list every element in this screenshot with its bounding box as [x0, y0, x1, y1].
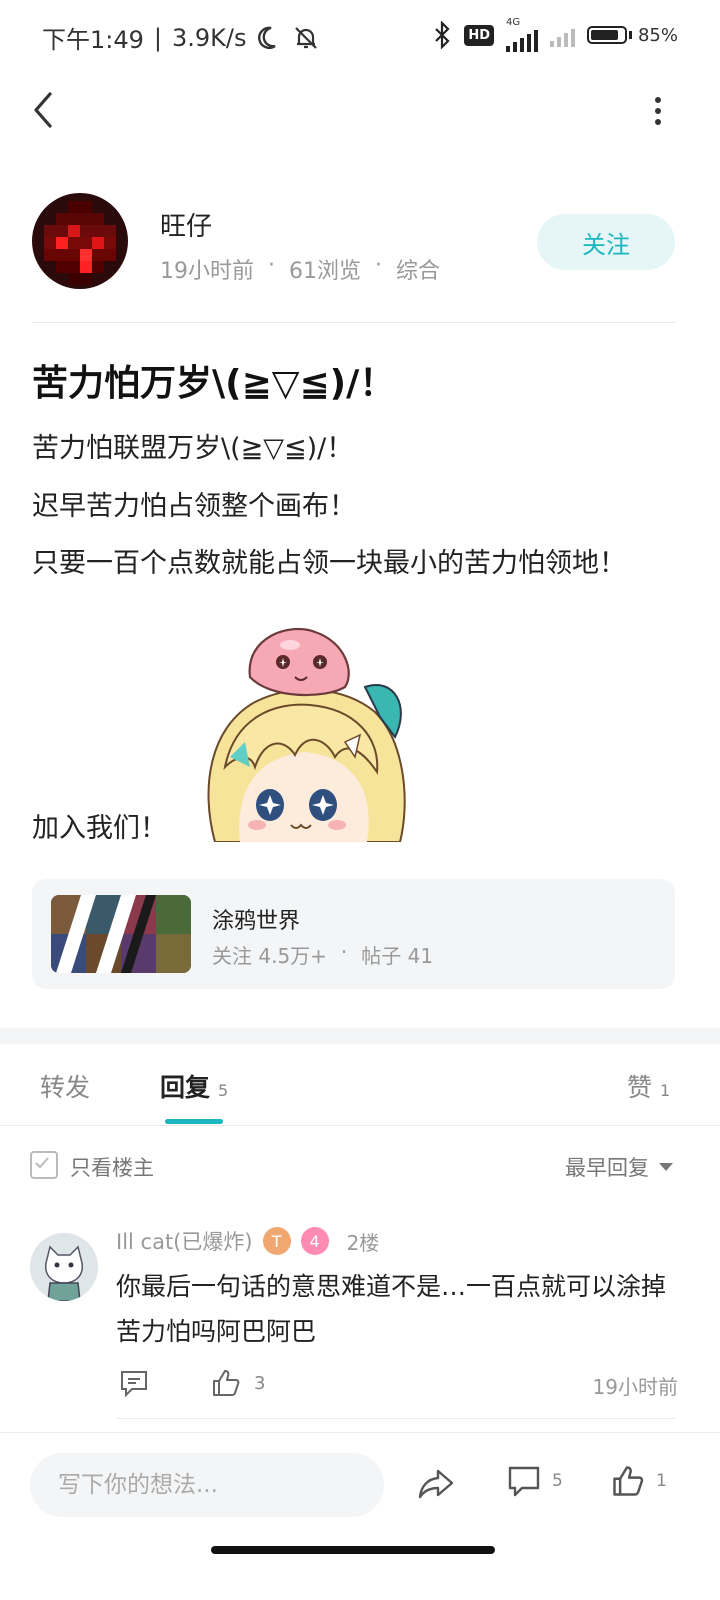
cat-avatar-image	[30, 1233, 98, 1301]
tab-forward-label: 转发	[40, 1073, 91, 1102]
comment-icon	[508, 1466, 540, 1497]
reply-like-button[interactable]: 3	[210, 1367, 265, 1399]
active-tab-indicator	[165, 1119, 223, 1124]
tab-reply-count: 5	[218, 1081, 229, 1100]
comments-button[interactable]: 5	[506, 1463, 563, 1499]
reply-like-count: 3	[254, 1372, 266, 1394]
comments-count: 5	[552, 1471, 563, 1491]
author-name[interactable]: 旺仔	[160, 206, 212, 243]
comment-input[interactable]	[30, 1453, 384, 1517]
post-time: 19小时前	[160, 259, 254, 284]
battery-percent: 85%	[637, 24, 678, 46]
pixel-avatar-image	[32, 193, 128, 289]
share-button[interactable]	[416, 1463, 456, 1503]
community-thumbnail	[51, 895, 191, 973]
post-line: 只要一百个点数就能占领一块最小的苦力怕领地！	[32, 548, 626, 579]
post-line: 加入我们！	[32, 813, 167, 844]
divider	[116, 1418, 676, 1419]
status-right: HD 4G 85%	[432, 18, 678, 52]
bottom-bar: 5 1	[0, 1432, 720, 1543]
divider	[32, 322, 675, 323]
reply-username[interactable]: Ill cat(已爆炸)	[116, 1226, 253, 1256]
battery-icon	[586, 26, 627, 44]
status-separator: |	[153, 23, 162, 52]
reply-floor: 2楼	[346, 1230, 380, 1255]
back-button[interactable]	[28, 88, 68, 132]
community-posts: 帖子 41	[361, 944, 434, 968]
like-button[interactable]: 1	[610, 1463, 667, 1499]
only-op-label[interactable]: 只看楼主	[70, 1152, 154, 1182]
sort-dropdown[interactable]: 最早回复	[565, 1152, 673, 1182]
community-card[interactable]: 涂鸦世界 关注 4.5万+ · 帖子 41	[32, 879, 675, 989]
reply-actions: 3 19小时前	[118, 1367, 678, 1403]
tab-like-label: 赞	[627, 1073, 653, 1102]
post-line: 苦力怕联盟万岁\(≧▽≦)/！	[32, 433, 354, 464]
status-bar: 下午1:49 | 3.9K/s HD 4G 85%	[0, 0, 720, 70]
reply-comment-button[interactable]	[118, 1367, 150, 1403]
level-badge: 4	[300, 1227, 329, 1255]
reply-content: 你最后一句话的意思难道不是…一百点就可以涂掉苦力怕吗阿巴阿巴	[116, 1272, 667, 1346]
home-indicator[interactable]	[211, 1546, 495, 1554]
status-speed: 3.9K/s	[172, 23, 247, 52]
battery-indicator: 85%	[586, 24, 678, 46]
status-time: 下午1:49	[42, 26, 144, 54]
thumbs-up-icon	[213, 1370, 240, 1396]
only-op-checkbox[interactable]	[30, 1151, 58, 1179]
post-category[interactable]: 综合	[396, 253, 440, 285]
follow-button[interactable]: 关注	[537, 214, 675, 270]
post-line: 迟早苦力怕占领整个画布！	[32, 491, 356, 522]
status-left: 下午1:49 | 3.9K/s	[42, 20, 319, 55]
tab-reply-label: 回复	[160, 1073, 211, 1102]
share-icon	[418, 1469, 454, 1499]
view-count: 61浏览	[289, 259, 361, 284]
comment-icon	[121, 1371, 147, 1398]
community-meta: 关注 4.5万+ · 帖子 41	[212, 940, 434, 968]
hd-badge: HD	[464, 24, 494, 46]
tab-like[interactable]: 赞1	[627, 1068, 670, 1104]
sort-label: 最早回复	[565, 1156, 649, 1180]
check-icon	[35, 1157, 49, 1169]
caret-down-icon	[659, 1163, 673, 1171]
divider	[0, 1125, 720, 1126]
bluetooth-icon	[435, 21, 450, 49]
reply-avatar[interactable]	[30, 1233, 98, 1301]
section-separator	[0, 1028, 720, 1044]
community-name: 涂鸦世界	[212, 909, 301, 934]
author-meta: 19小时前 · 61浏览 · 综合	[160, 253, 441, 285]
anime-girl-sticker	[207, 627, 406, 843]
thumbs-up-icon	[613, 1466, 644, 1496]
post-title: 苦力怕万岁\(≧▽≦)/！	[32, 363, 396, 404]
title-badge: T	[262, 1227, 291, 1255]
tab-forward[interactable]: 转发	[40, 1068, 90, 1104]
moon-icon	[257, 26, 276, 49]
community-followers: 关注 4.5万+	[212, 944, 327, 968]
sticker-image[interactable]	[195, 617, 415, 843]
battery-fill	[590, 30, 619, 40]
tab-like-count: 1	[660, 1081, 671, 1100]
likes-count: 1	[656, 1471, 667, 1491]
more-options-button[interactable]	[648, 94, 668, 128]
graffiti-world-logo	[51, 895, 191, 973]
chevron-left-icon	[34, 92, 52, 128]
more-vertical-icon	[655, 97, 661, 125]
bell-off-icon	[294, 26, 317, 49]
network-label: 4G	[505, 17, 521, 28]
signal-bars-icon	[505, 28, 538, 52]
signal-4g: 4G	[505, 17, 538, 52]
signal-weak-icon	[549, 23, 575, 47]
author-avatar[interactable]	[32, 193, 128, 289]
tab-reply[interactable]: 回复 5	[160, 1068, 228, 1104]
reply-time: 19小时前	[592, 1375, 678, 1399]
reply-user-row: Ill cat(已爆炸) T 4 2楼	[116, 1226, 379, 1256]
